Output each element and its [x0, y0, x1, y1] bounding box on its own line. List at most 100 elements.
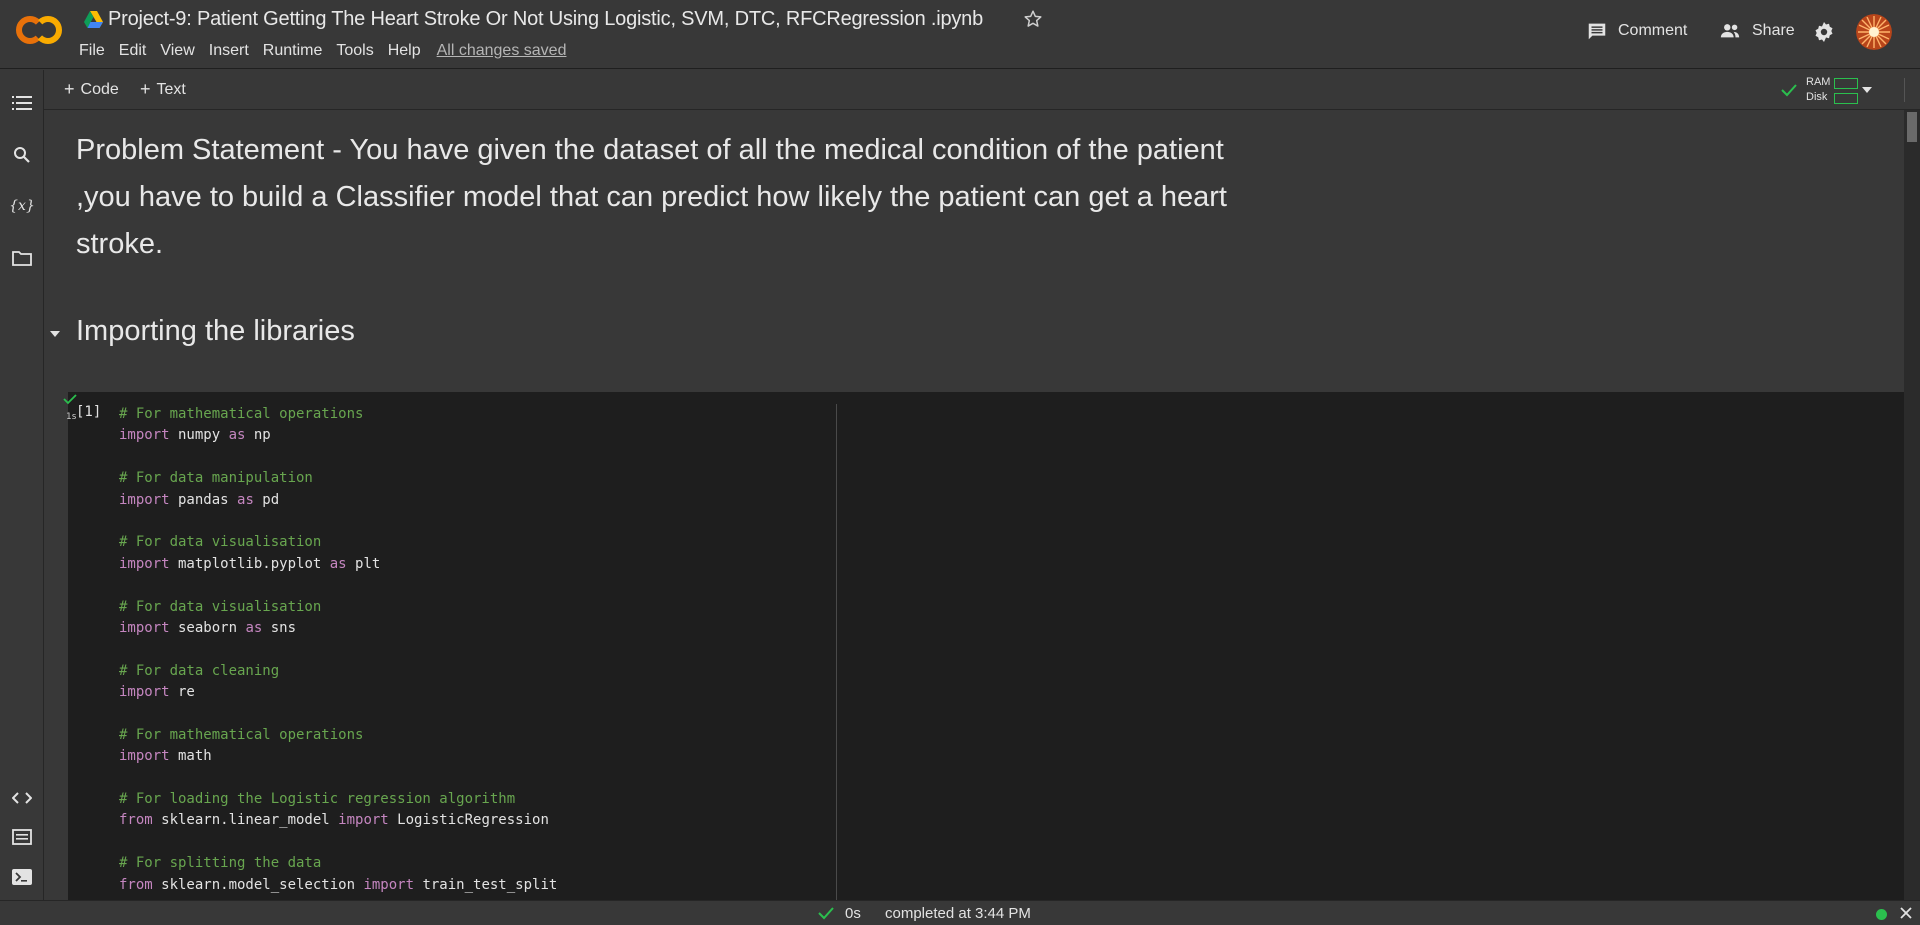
disk-label: Disk: [1806, 91, 1828, 103]
notebook-toolbar: + Code + Text RAM Disk: [44, 70, 1920, 110]
code-comment: # For loading the Logistic regression al…: [119, 791, 516, 808]
menu-help[interactable]: Help: [388, 42, 421, 60]
ram-label: RAM: [1806, 76, 1831, 88]
code-line[interactable]: [119, 511, 557, 532]
notebook-title[interactable]: Project-9: Patient Getting The Heart Str…: [108, 8, 983, 31]
gear-icon[interactable]: [1812, 20, 1836, 44]
menu-file[interactable]: File: [79, 42, 105, 60]
code-line[interactable]: [119, 639, 557, 660]
share-button[interactable]: Share: [1718, 20, 1795, 42]
execution-count[interactable]: [1]: [76, 404, 101, 420]
command-palette-icon[interactable]: [11, 826, 33, 848]
variables-icon[interactable]: {x}: [9, 195, 35, 217]
code-line[interactable]: [119, 832, 557, 853]
text-cell[interactable]: Problem Statement - You have given the d…: [76, 127, 1276, 268]
code-keyword: import: [119, 748, 170, 765]
header: Project-9: Patient Getting The Heart Str…: [0, 0, 1920, 69]
add-text-label: Text: [156, 80, 186, 98]
code-line[interactable]: # For data cleaning: [119, 661, 557, 682]
code-comment: # For data manipulation: [119, 470, 313, 487]
scrollbar-thumb[interactable]: [1907, 112, 1917, 142]
table-of-contents-icon[interactable]: [11, 92, 33, 114]
code-keyword: from: [119, 812, 153, 829]
add-code-label: Code: [80, 80, 119, 98]
close-icon[interactable]: [1898, 905, 1914, 921]
left-sidebar: {x}: [0, 70, 44, 900]
people-icon: [1720, 24, 1740, 38]
code-text: LogisticRegression: [388, 812, 549, 829]
code-line[interactable]: import re: [119, 682, 557, 703]
disk-meter: [1834, 93, 1858, 104]
code-keyword: as: [228, 427, 246, 444]
code-line[interactable]: # For loading the Logistic regression al…: [119, 789, 557, 810]
code-snippets-icon[interactable]: [11, 787, 33, 809]
code-line[interactable]: # For mathematical operations: [119, 725, 557, 746]
status-check-icon: [818, 906, 834, 922]
code-line[interactable]: # For data visualisation: [119, 597, 557, 618]
resources-indicator[interactable]: RAM Disk: [1780, 74, 1874, 106]
code-text: train_test_split: [414, 876, 558, 893]
code-keyword: from: [119, 876, 153, 893]
section-heading[interactable]: Importing the libraries: [76, 315, 355, 348]
menu-insert[interactable]: Insert: [209, 42, 249, 60]
code-editor[interactable]: # For mathematical operations import nump…: [119, 404, 557, 896]
menubar: File Edit View Insert Runtime Tools Help…: [79, 42, 566, 60]
code-text: np: [245, 427, 271, 444]
status-duration: 0s: [845, 905, 861, 922]
code-keyword: as: [245, 619, 263, 636]
code-line[interactable]: import matplotlib.pyplot as plt: [119, 554, 557, 575]
connected-check-icon: [1781, 84, 1797, 97]
star-icon[interactable]: [1022, 8, 1044, 30]
code-text: sklearn.model_selection: [152, 876, 364, 893]
code-text: numpy: [169, 427, 229, 444]
code-line[interactable]: from sklearn.model_selection import trai…: [119, 875, 557, 896]
connection-status-dot: [1876, 909, 1887, 920]
code-keyword: import: [119, 491, 170, 508]
code-text: pd: [253, 491, 280, 508]
code-text: matplotlib.pyplot: [169, 555, 330, 572]
code-line[interactable]: import pandas as pd: [119, 490, 557, 511]
code-text: plt: [346, 555, 381, 572]
code-line[interactable]: # For mathematical operations: [119, 404, 557, 425]
menu-edit[interactable]: Edit: [119, 42, 147, 60]
comment-label: Comment: [1618, 22, 1688, 39]
scrollbar[interactable]: [1904, 110, 1920, 900]
status-text[interactable]: completed at 3:44 PM: [885, 905, 1031, 922]
ram-meter: [1834, 78, 1858, 89]
add-code-button[interactable]: + Code: [64, 79, 119, 100]
colab-logo[interactable]: [14, 10, 64, 50]
code-line[interactable]: import seaborn as sns: [119, 618, 557, 639]
plus-icon: +: [140, 79, 151, 99]
code-line[interactable]: import math: [119, 746, 557, 767]
menu-runtime[interactable]: Runtime: [263, 42, 323, 60]
code-comment: # For mathematical operations: [119, 726, 364, 743]
comment-button[interactable]: Comment: [1586, 20, 1687, 42]
code-line[interactable]: [119, 447, 557, 468]
code-line[interactable]: # For data manipulation: [119, 468, 557, 489]
code-text: sns: [262, 619, 297, 636]
avatar[interactable]: [1856, 14, 1892, 50]
code-line[interactable]: from sklearn.linear_model import Logisti…: [119, 810, 557, 831]
search-icon[interactable]: [11, 144, 33, 166]
code-comment: # For data visualisation: [119, 534, 322, 551]
google-drive-icon[interactable]: [84, 11, 103, 28]
add-text-button[interactable]: + Text: [140, 79, 186, 100]
code-line[interactable]: # For splitting the data: [119, 853, 557, 874]
code-line[interactable]: [119, 703, 557, 724]
terminal-icon[interactable]: [11, 866, 33, 888]
code-line[interactable]: [119, 575, 557, 596]
plus-icon: +: [64, 79, 75, 99]
status-bar: 0s completed at 3:44 PM: [0, 900, 1920, 925]
code-line[interactable]: import numpy as np: [119, 425, 557, 446]
code-cell[interactable]: 1s [1] # For mathematical operations impo…: [63, 392, 1904, 900]
code-line[interactable]: [119, 768, 557, 789]
notebook-content: Problem Statement - You have given the d…: [44, 111, 1920, 900]
save-status-link[interactable]: All changes saved: [437, 42, 567, 60]
files-icon[interactable]: [11, 247, 33, 269]
menu-view[interactable]: View: [160, 42, 194, 60]
section-collapse-icon[interactable]: [48, 327, 62, 341]
code-line[interactable]: # For data visualisation: [119, 532, 557, 553]
toolbar-divider: [1904, 78, 1905, 102]
menu-tools[interactable]: Tools: [336, 42, 373, 60]
code-keyword: import: [363, 876, 415, 893]
